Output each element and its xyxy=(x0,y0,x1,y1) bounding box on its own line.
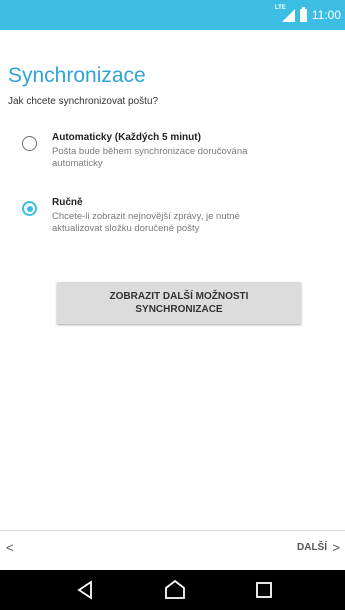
lte-signal-icon: LTE xyxy=(275,5,295,22)
home-icon[interactable] xyxy=(163,578,187,602)
option-automatic-text: Automaticky (Každých 5 minut) Pošta bude… xyxy=(52,131,247,170)
recents-icon[interactable] xyxy=(252,578,276,602)
status-bar: LTE 11:00 xyxy=(0,0,345,30)
more-button-line2: SYNCHRONIZACE xyxy=(135,304,223,315)
option-manual-label: Ručně xyxy=(52,197,83,208)
radio-manual[interactable] xyxy=(22,201,37,216)
option-manual-description-line2: aktualizovat složku doručené pošty xyxy=(52,223,200,234)
option-automatic[interactable]: Automaticky (Každých 5 minut) Pošta bude… xyxy=(22,131,334,170)
footer-divider xyxy=(0,530,345,531)
next-chevron-icon[interactable]: > xyxy=(332,540,340,555)
next-button[interactable]: DALŠÍ xyxy=(297,542,327,553)
status-time: 11:00 xyxy=(311,8,341,22)
back-chevron-icon[interactable]: < xyxy=(6,540,14,555)
more-button-line1: ZOBRAZIT DALŠÍ MOŽNOSTI xyxy=(109,291,249,302)
signal-strength-icon xyxy=(281,9,295,22)
page-subtitle: Jak chcete synchronizovat poštu? xyxy=(8,96,159,107)
more-sync-options-button[interactable]: ZOBRAZIT DALŠÍ MOŽNOSTI SYNCHRONIZACE xyxy=(57,282,301,324)
option-automatic-label: Automaticky (Každých 5 minut) xyxy=(52,132,201,143)
page-title: Synchronizace xyxy=(8,64,146,87)
back-icon[interactable] xyxy=(74,578,98,602)
navigation-bar xyxy=(0,570,345,610)
option-automatic-description-line2: automaticky xyxy=(52,158,103,169)
option-manual[interactable]: Ručně Chcete-li zobrazit nejnovější zprá… xyxy=(22,196,334,235)
radio-automatic[interactable] xyxy=(22,136,37,151)
option-automatic-description-line1: Pošta bude během synchronizace doručován… xyxy=(52,146,248,157)
option-manual-description-line1: Chcete-li zobrazit nejnovější zprávy, je… xyxy=(52,211,240,222)
option-manual-text: Ručně Chcete-li zobrazit nejnovější zprá… xyxy=(52,196,240,235)
battery-icon xyxy=(299,6,307,22)
